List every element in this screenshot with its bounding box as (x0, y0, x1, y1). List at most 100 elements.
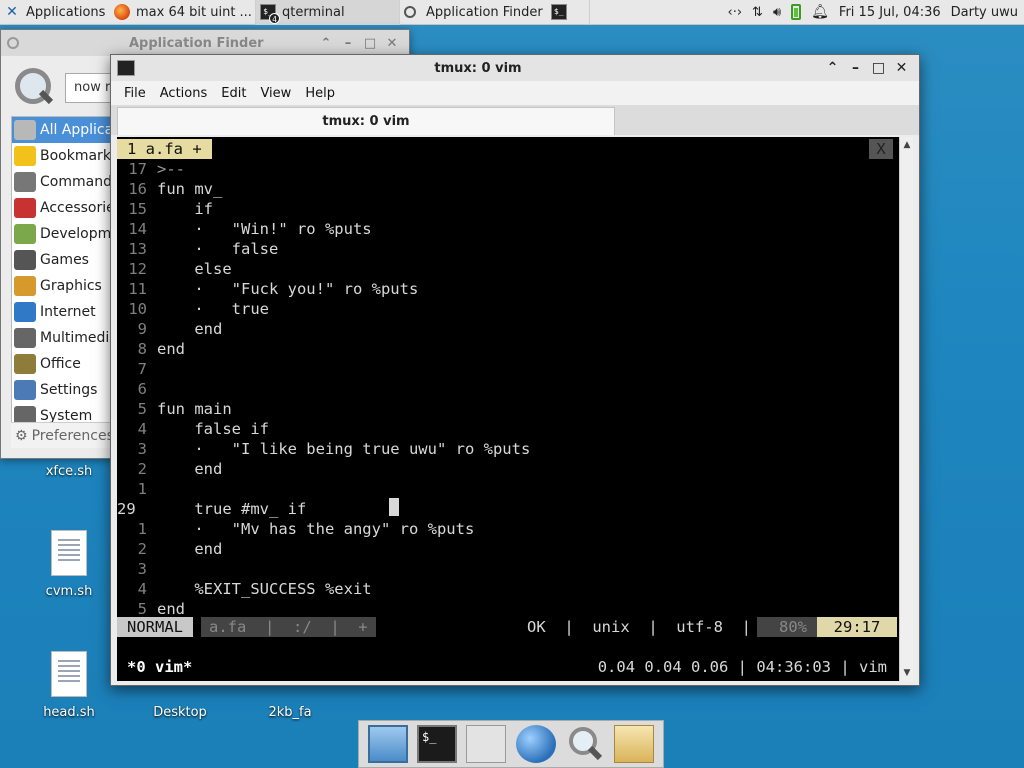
code-line[interactable]: 12 else (117, 259, 231, 279)
code-line[interactable]: 5 end (117, 599, 185, 619)
code-text: end (157, 600, 185, 618)
category-item[interactable]: Multimedia (12, 325, 110, 351)
code-line[interactable]: 13 · false (117, 239, 278, 259)
code-line[interactable]: 2 end (117, 459, 223, 479)
menu-help[interactable]: Help (298, 86, 342, 101)
category-item[interactable]: Development (12, 221, 110, 247)
category-item[interactable]: Graphics (12, 273, 110, 299)
code-line[interactable]: 8 end (117, 339, 185, 359)
line-number: 2 (137, 460, 147, 478)
network-icon[interactable]: ‹·› (728, 5, 743, 20)
home-folder-icon[interactable] (466, 725, 507, 763)
task-qterminal[interactable]: $_ 4 qterminal (256, 0, 400, 25)
tmux-statusbar: *0 vim* 0.04 0.04 0.06 | 04:36:03 | vim (117, 657, 899, 677)
code-line[interactable]: 16 fun mv_ (117, 179, 222, 199)
category-icon (14, 120, 36, 140)
category-item[interactable]: Games (12, 247, 110, 273)
desktop-file-cvm-sh[interactable]: cvm.sh (24, 530, 114, 599)
scroll-down-arrow[interactable]: ▼ (900, 667, 914, 679)
current-line[interactable]: 29 true #mv_ if (117, 499, 306, 519)
terminal-scrollbar[interactable]: ▲ ▼ (899, 137, 913, 681)
code-line[interactable]: 2 end (117, 539, 223, 559)
category-item[interactable]: Settings (12, 377, 110, 403)
code-line[interactable]: 7 (117, 359, 157, 379)
app-finder-icon[interactable] (565, 725, 605, 763)
web-browser-icon[interactable] (515, 725, 556, 763)
code-line[interactable]: 4 false if (117, 419, 269, 439)
code-text: · "Mv has the angy" ro %puts (157, 520, 475, 538)
code-line[interactable]: 14 · "Win!" ro %puts (117, 219, 371, 239)
scroll-percent: 80% (757, 617, 819, 637)
collapse-button[interactable]: ⌃ (315, 36, 337, 51)
terminal-view[interactable]: 1 a.fa + X 17 >-- 16 fun mv_ 15 if 14 · "Win!… (117, 137, 899, 681)
category-item[interactable]: Bookmarks (12, 143, 110, 169)
code-line[interactable]: 1 · "Mv has the angy" ro %puts (117, 519, 475, 539)
maximize-button[interactable]: □ (867, 60, 890, 76)
vim-buffer-tab[interactable]: 1 a.fa + (117, 139, 212, 159)
code-text: · false (157, 240, 279, 258)
menu-view[interactable]: View (253, 86, 298, 101)
code-line[interactable]: 5 fun main (117, 399, 232, 419)
code-line[interactable]: 15 if (117, 199, 213, 219)
line-number: 1 (137, 520, 147, 538)
code-text: true #mv_ if (157, 500, 307, 518)
menubar: File Actions Edit View Help (111, 81, 919, 105)
category-item[interactable]: Commands (12, 169, 110, 195)
category-item[interactable]: Office (12, 351, 110, 377)
gear-icon: ⚙ (15, 427, 28, 444)
menu-actions[interactable]: Actions (153, 86, 215, 101)
code-line[interactable]: 3 (117, 559, 157, 579)
top-panel: ✕ Applications max 64 bit uint ... $_ 4 q… (0, 0, 1024, 25)
search-icon (7, 37, 19, 49)
code-line[interactable]: 17 >-- (117, 159, 185, 179)
transfer-arrows-icon[interactable]: ⇅ (752, 5, 763, 20)
code-line[interactable]: 3 · "I like being true uwu" ro %puts (117, 439, 531, 459)
clock[interactable]: Fri 15 Jul, 04:36 (839, 5, 941, 20)
desktop-file-2kb-fa[interactable]: 2kb_fa (245, 705, 335, 720)
task-application-finder[interactable]: Application Finder $_ (400, 0, 590, 25)
terminal-titlebar[interactable]: tmux: 0 vim ⌃ – □ ✕ (111, 55, 919, 81)
code-line[interactable]: 4 %EXIT_SUCCESS %exit (117, 579, 372, 599)
task-firefox[interactable]: max 64 bit uint ... (110, 0, 256, 25)
tmux-status-right: 0.04 0.04 0.06 | 04:36:03 | vim (597, 658, 887, 676)
applications-menu-button[interactable]: ✕ Applications (0, 0, 110, 25)
close-button[interactable]: ✕ (381, 36, 403, 51)
collapse-button[interactable]: ⌃ (821, 60, 844, 76)
battery-icon[interactable] (791, 4, 802, 20)
code-line[interactable]: 11 · "Fuck you!" ro %puts (117, 279, 418, 299)
category-item[interactable]: All Applications (12, 117, 110, 143)
desktop-folder-desktop[interactable]: Desktop (135, 705, 225, 720)
line-number: 9 (137, 320, 147, 338)
scroll-up-arrow[interactable]: ▲ (900, 139, 914, 151)
volume-icon[interactable]: 🔊︎ (773, 5, 781, 20)
notification-bell-icon[interactable]: 🔔︎ (811, 4, 829, 20)
show-desktop-icon[interactable] (367, 725, 408, 763)
category-item[interactable]: Internet (12, 299, 110, 325)
vim-close-buffer-button[interactable]: X (869, 139, 893, 159)
category-item[interactable]: Accessories (12, 195, 110, 221)
user-menu[interactable]: Darty uwu (951, 5, 1018, 20)
qterminal-window: tmux: 0 vim ⌃ – □ ✕ File Actions Edit View H… (110, 54, 920, 686)
code-line[interactable]: 10 · true (117, 299, 269, 319)
tab-tmux[interactable]: tmux: 0 vim (117, 107, 615, 135)
code-line[interactable]: 1 (117, 479, 157, 499)
preferences-button[interactable]: ⚙ Preferences (11, 422, 114, 448)
code-text: >-- (157, 160, 185, 178)
finder-titlebar[interactable]: Application Finder ⌃ – □ ✕ (1, 30, 409, 56)
code-line[interactable]: 6 (117, 379, 157, 399)
menu-file[interactable]: File (117, 86, 153, 101)
desktop-file-xfce-sh[interactable]: xfce.sh (24, 464, 114, 479)
xfce-icon: ✕ (6, 4, 18, 20)
minimize-button[interactable]: – (844, 60, 867, 76)
desktop-file-head-sh[interactable]: head.sh (24, 651, 114, 720)
minimize-button[interactable]: – (337, 36, 359, 51)
code-line[interactable]: 9 end (117, 319, 223, 339)
menu-edit[interactable]: Edit (214, 86, 253, 101)
category-list: All Applications Bookmarks Commands Accesso… (11, 116, 111, 446)
tmux-window-label[interactable]: *0 vim* (127, 657, 192, 677)
maximize-button[interactable]: □ (359, 36, 381, 51)
file-manager-icon[interactable] (614, 725, 655, 763)
category-label: Internet (40, 304, 96, 320)
terminal-icon[interactable]: $_ (416, 725, 457, 763)
close-button[interactable]: ✕ (890, 60, 913, 76)
